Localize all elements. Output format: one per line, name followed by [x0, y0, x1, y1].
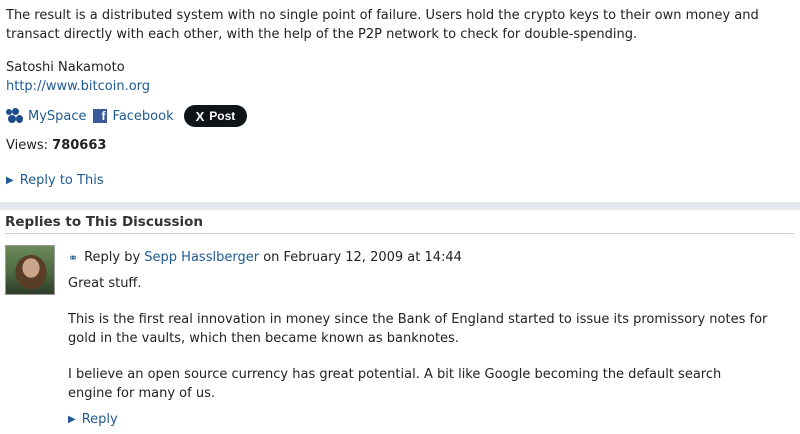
- post-body: The result is a distributed system with …: [0, 0, 800, 188]
- reply-author-link[interactable]: Sepp Hasslberger: [144, 250, 259, 265]
- reply-date: February 12, 2009 at 14:44: [283, 250, 462, 265]
- myspace-share[interactable]: MySpace: [6, 108, 87, 124]
- author-name: Satoshi Nakamoto: [6, 60, 125, 75]
- signature: Satoshi Nakamoto http://www.bitcoin.org: [6, 58, 800, 96]
- reply-to-this-link[interactable]: ▶ Reply to This: [6, 173, 800, 188]
- reply-label: Reply: [81, 412, 118, 427]
- triangle-right-icon: ▶: [6, 175, 14, 186]
- bitcoin-link[interactable]: http://www.bitcoin.org: [6, 79, 150, 94]
- myspace-icon: [6, 108, 24, 124]
- facebook-label: Facebook: [112, 108, 174, 124]
- reply-paragraph: This is the first real innovation in mon…: [68, 312, 768, 346]
- avatar[interactable]: [5, 245, 55, 295]
- views-count: 780663: [52, 138, 107, 153]
- reply-prefix: Reply by: [84, 250, 141, 265]
- x-post-button[interactable]: X Post: [183, 105, 248, 127]
- myspace-label: MySpace: [28, 108, 87, 124]
- reply-body: Great stuff. This is the first real inno…: [68, 274, 768, 420]
- reply-button[interactable]: ▶ Reply: [68, 412, 118, 427]
- reply-paragraph: I believe an open source currency has gr…: [68, 367, 722, 401]
- x-post-label: Post: [209, 109, 236, 123]
- permalink-icon[interactable]: ⚭: [68, 251, 78, 265]
- reply-to-this-label: Reply to This: [19, 173, 104, 188]
- reply-meta: ⚭ Reply by Sepp Hasslberger on February …: [68, 250, 462, 265]
- post-intro-text: The result is a distributed system with …: [6, 8, 759, 42]
- facebook-share[interactable]: f Facebook: [92, 108, 174, 124]
- facebook-icon: f: [92, 109, 107, 123]
- views-counter: Views: 780663: [6, 138, 800, 153]
- section-separator: [0, 202, 800, 210]
- triangle-right-icon: ▶: [68, 414, 76, 425]
- replies-heading: Replies to This Discussion: [5, 214, 204, 230]
- views-label: Views:: [6, 138, 49, 153]
- heading-divider: [5, 233, 794, 234]
- reply-on-text: on: [263, 250, 280, 265]
- x-logo-icon: X: [195, 108, 205, 124]
- reply-paragraph: Great stuff.: [68, 276, 142, 291]
- share-bar: MySpace f Facebook X Post: [6, 104, 800, 128]
